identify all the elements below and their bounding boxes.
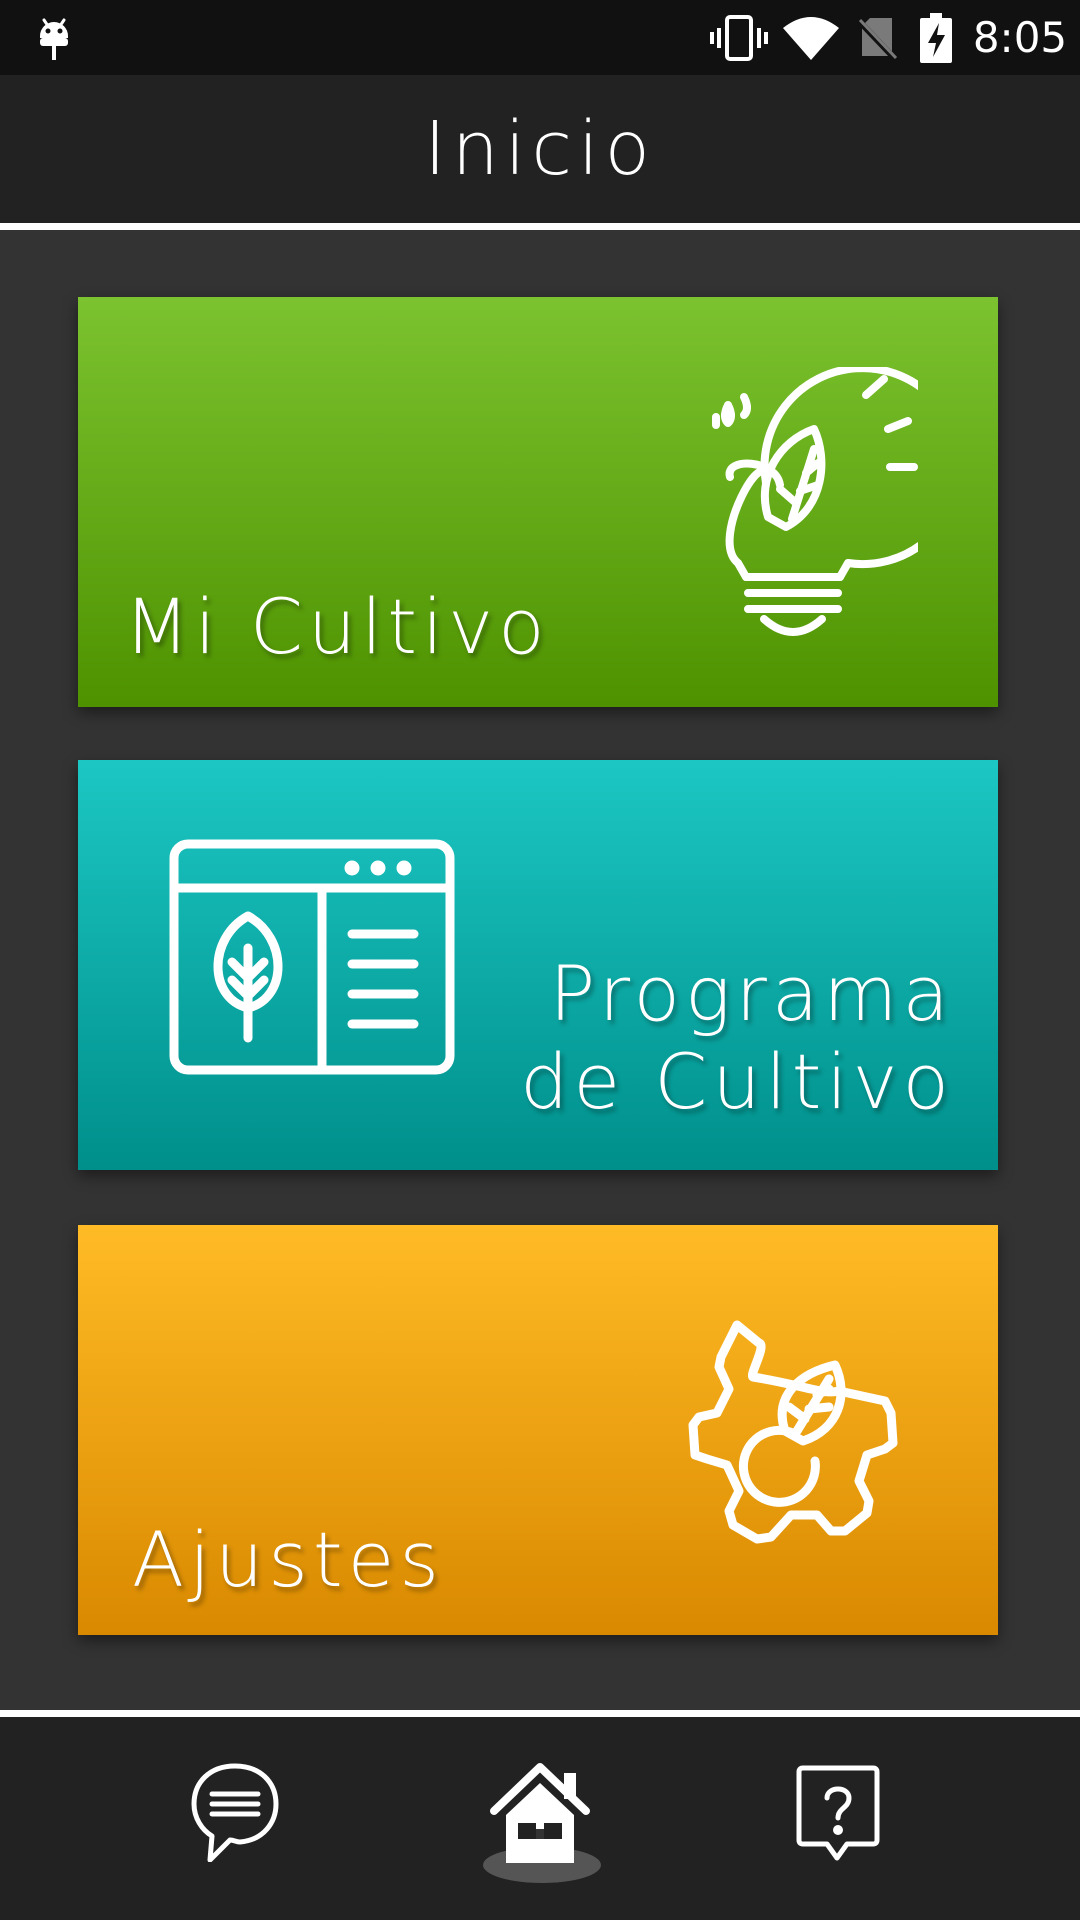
vibrate-icon bbox=[710, 14, 768, 66]
mi-cultivo-label: Mi Cultivo bbox=[124, 582, 550, 671]
help-bubble-icon[interactable] bbox=[795, 1764, 881, 1868]
footer-divider bbox=[0, 1710, 1080, 1717]
mi-cultivo-card[interactable]: Mi Cultivo bbox=[78, 297, 998, 707]
chat-bubble-icon[interactable] bbox=[190, 1762, 280, 1866]
bottom-navigation bbox=[0, 1717, 1080, 1920]
programa-de-cultivo-label: Programa de Cultivo bbox=[520, 950, 954, 1126]
no-sim-icon bbox=[855, 16, 899, 64]
header-divider bbox=[0, 223, 1080, 230]
app-bar: Inicio bbox=[0, 75, 1080, 223]
programa-de-cultivo-card[interactable]: Programa de Cultivo bbox=[78, 760, 998, 1170]
gear-leaf-icon bbox=[653, 1315, 913, 1559]
lightbulb-leaf-icon bbox=[668, 364, 965, 661]
battery-charging-icon bbox=[920, 13, 952, 67]
wifi-icon bbox=[783, 16, 839, 64]
android-icon bbox=[34, 14, 74, 66]
status-bar: 8:05 bbox=[0, 0, 1080, 75]
status-clock: 8:05 bbox=[972, 13, 1068, 62]
home-icon[interactable] bbox=[480, 1757, 600, 1871]
programa-label-line1: Programa bbox=[549, 949, 954, 1038]
browser-leaf-list-icon bbox=[168, 838, 458, 1082]
programa-label-line2: de Cultivo bbox=[520, 1037, 954, 1126]
page-title: Inicio bbox=[424, 106, 656, 192]
ajustes-label: Ajustes bbox=[132, 1515, 445, 1604]
ajustes-card[interactable]: Ajustes bbox=[78, 1225, 998, 1635]
